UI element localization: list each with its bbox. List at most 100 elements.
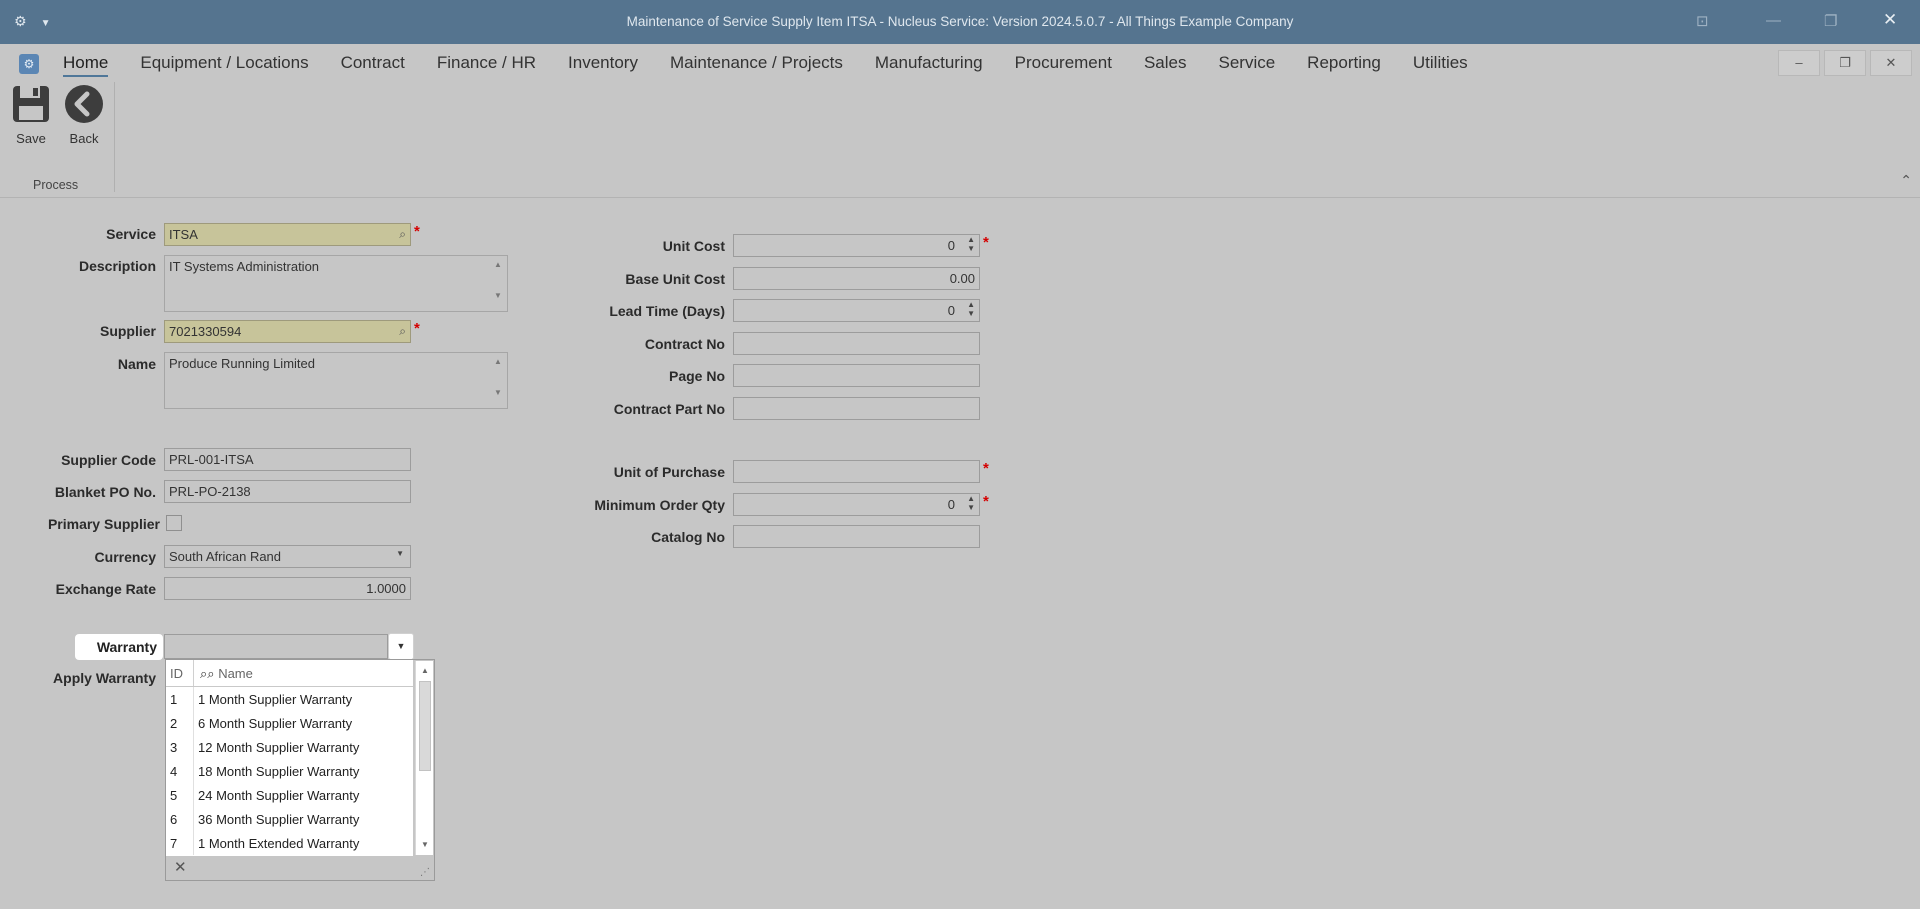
row-id: 7 — [166, 831, 194, 855]
lead-time-label: Lead Time (Days) — [609, 303, 725, 319]
save-button[interactable]: Save — [10, 84, 52, 146]
list-item[interactable]: 2 6 Month Supplier Warranty — [166, 711, 413, 735]
row-id: 3 — [166, 735, 194, 759]
maximize-window-button[interactable]: ❐ — [1824, 12, 1837, 30]
primary-supplier-checkbox[interactable] — [166, 515, 182, 531]
list-item[interactable]: 1 1 Month Supplier Warranty — [166, 687, 413, 711]
row-id: 2 — [166, 711, 194, 735]
catalog-no-label: Catalog No — [651, 529, 725, 545]
list-item[interactable]: 7 1 Month Extended Warranty — [166, 831, 413, 855]
exchange-rate-input[interactable]: 1.0000 — [164, 577, 411, 600]
page-no-input[interactable] — [733, 364, 980, 387]
supplier-code-input[interactable]: PRL-001-ITSA — [164, 448, 411, 471]
required-marker: * — [983, 234, 989, 251]
row-name: 12 Month Supplier Warranty — [198, 740, 360, 755]
unit-of-purchase-input[interactable] — [733, 460, 980, 483]
row-id: 6 — [166, 807, 194, 831]
supplier-value: 7021330594 — [169, 324, 242, 339]
currency-select[interactable]: South African Rand ▼ — [164, 545, 411, 568]
list-item[interactable]: 5 24 Month Supplier Warranty — [166, 783, 413, 807]
list-item[interactable]: 6 36 Month Supplier Warranty — [166, 807, 413, 831]
currency-value: South African Rand — [169, 549, 282, 564]
close-window-button[interactable]: ✕ — [1883, 10, 1897, 30]
column-header-id[interactable]: ID — [166, 660, 194, 686]
group-separator — [114, 82, 115, 192]
lead-time-value: 0 — [947, 303, 955, 318]
back-button[interactable]: Back — [63, 84, 105, 146]
required-marker: * — [983, 493, 989, 510]
supplier-input[interactable]: 7021330594 ⌕ — [164, 320, 411, 343]
menu-item-equipment-locations[interactable]: Equipment / Locations — [140, 53, 308, 77]
blanket-po-input[interactable]: PRL-PO-2138 — [164, 480, 411, 503]
search-icon[interactable]: ⌕ — [399, 324, 406, 339]
dropdown-scrollbar[interactable]: ▲ ▼ — [415, 661, 433, 855]
required-marker: * — [414, 320, 420, 337]
exchange-rate-label: Exchange Rate — [55, 581, 156, 597]
menu-item-procurement[interactable]: Procurement — [1015, 53, 1112, 77]
contract-part-no-input[interactable] — [733, 397, 980, 420]
menu-item-manufacturing[interactable]: Manufacturing — [875, 53, 983, 77]
column-header-name[interactable]: ⌕⌕ Name — [194, 660, 253, 686]
menu-item-maintenance-projects[interactable]: Maintenance / Projects — [670, 53, 843, 77]
minimize-window-button[interactable]: — — [1766, 12, 1781, 29]
currency-label: Currency — [94, 549, 156, 565]
warranty-label: Warranty — [75, 634, 163, 660]
catalog-no-input[interactable] — [733, 525, 980, 548]
lead-time-input[interactable]: 0 ▲ ▼ — [733, 299, 980, 322]
supplier-code-value: PRL-001-ITSA — [169, 452, 254, 467]
scroll-up-icon[interactable]: ▲ — [416, 663, 434, 679]
menu-item-service[interactable]: Service — [1218, 53, 1275, 77]
save-label: Save — [16, 131, 46, 146]
base-unit-cost-value: 0.00 — [949, 271, 975, 286]
warranty-dropdown-button[interactable]: ▼ — [388, 633, 414, 660]
menu-item-inventory[interactable]: Inventory — [568, 53, 638, 77]
collapse-ribbon-icon[interactable]: ⌃ — [1900, 172, 1912, 189]
mdi-close-button[interactable]: ✕ — [1870, 50, 1912, 76]
mdi-minimize-button[interactable]: – — [1778, 50, 1820, 76]
menu-item-sales[interactable]: Sales — [1144, 53, 1187, 77]
menu-item-contract[interactable]: Contract — [341, 53, 405, 77]
name-scrollbar[interactable]: ▲ ▼ — [491, 355, 505, 406]
menu-item-finance-hr[interactable]: Finance / HR — [437, 53, 536, 77]
unit-cost-input[interactable]: 0 ▲ ▼ — [733, 234, 980, 257]
binoculars-icon[interactable]: ⌕⌕ — [200, 666, 215, 681]
spin-buttons[interactable]: ▲ ▼ — [967, 300, 975, 318]
spin-buttons[interactable]: ▲ ▼ — [967, 235, 975, 253]
grid-rows: 1 1 Month Supplier Warranty 2 6 Month Suppl… — [166, 687, 413, 855]
row-name: 1 Month Extended Warranty — [198, 836, 360, 851]
spin-buttons[interactable]: ▲ ▼ — [967, 494, 975, 512]
service-label: Service — [106, 226, 156, 242]
scroll-thumb[interactable] — [419, 681, 431, 771]
mdi-restore-button[interactable]: ❐ — [1824, 50, 1866, 76]
save-icon — [13, 86, 49, 122]
row-name: 36 Month Supplier Warranty — [198, 812, 360, 827]
menu-item-reporting[interactable]: Reporting — [1307, 53, 1381, 77]
window-title: Maintenance of Service Supply Item ITSA … — [626, 14, 1294, 29]
scroll-down-icon[interactable]: ▼ — [416, 837, 434, 853]
name-field[interactable]: Produce Running Limited ▲ ▼ — [164, 352, 508, 409]
search-icon[interactable]: ⌕ — [399, 227, 406, 242]
chevron-down-icon[interactable]: ▼ — [396, 549, 404, 558]
row-id: 5 — [166, 783, 194, 807]
page-no-label: Page No — [668, 368, 725, 384]
clear-icon[interactable]: ✕ — [174, 858, 187, 876]
warranty-grid: ID ⌕⌕ Name 1 1 Month Supplier Warranty 2 6 … — [166, 660, 413, 856]
service-input[interactable]: ITSA ⌕ — [164, 223, 411, 246]
contract-no-input[interactable] — [733, 332, 980, 355]
chevron-down-icon: ▼ — [396, 641, 406, 651]
resize-grip-icon[interactable]: ⋰ — [420, 867, 430, 878]
app-menu-button[interactable]: ⚙ — [19, 54, 39, 74]
description-scrollbar[interactable]: ▲ ▼ — [491, 258, 505, 309]
list-item[interactable]: 4 18 Month Supplier Warranty — [166, 759, 413, 783]
menu-item-utilities[interactable]: Utilities — [1413, 53, 1468, 77]
description-field[interactable]: IT Systems Administration ▲ ▼ — [164, 255, 508, 312]
name-value: Produce Running Limited — [169, 356, 315, 371]
menu-item-home[interactable]: Home — [63, 53, 109, 77]
row-name: 6 Month Supplier Warranty — [198, 716, 353, 731]
min-order-qty-input[interactable]: 0 ▲ ▼ — [733, 493, 980, 516]
restore-layout-icon[interactable]: ⊡ — [1696, 12, 1709, 30]
warranty-select[interactable] — [164, 634, 388, 659]
service-value: ITSA — [169, 227, 198, 242]
popup-footer: ✕ ⋰ — [166, 856, 434, 880]
list-item[interactable]: 3 12 Month Supplier Warranty — [166, 735, 413, 759]
